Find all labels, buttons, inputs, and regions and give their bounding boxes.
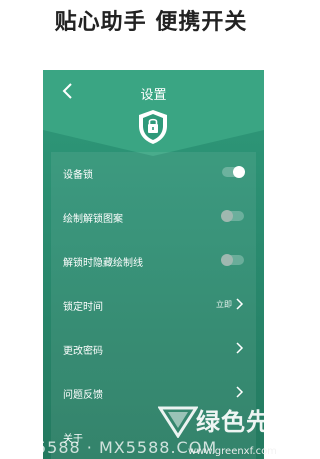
setting-label: 绘制解锁图案 [63,214,123,225]
setting-label: 设备锁 [63,170,93,181]
phone-screen: 设置 设备锁 绘制解锁图案 解锁时隐藏绘制线 锁定时间 立即 更改密码 问题反馈… [43,70,264,459]
watermark-url-left: 手游5588 · MX5588.COM [2,438,218,457]
toggle-knob [221,254,233,266]
setting-lock-time[interactable]: 锁定时间 立即 [51,284,256,324]
chevron-right-icon [234,341,244,355]
setting-draw-pattern[interactable]: 绘制解锁图案 [51,196,256,236]
promo-title: 贴心助手 便携开关 [54,10,248,35]
setting-change-password[interactable]: 更改密码 [51,328,256,368]
setting-label: 解锁时隐藏绘制线 [63,258,143,269]
setting-label: 问题反馈 [63,390,103,401]
hide-lines-toggle[interactable] [221,254,244,266]
watermark: 手游5588 · MX5588.COM www.greenxf.com [0,432,302,459]
device-lock-toggle[interactable] [222,166,245,178]
toggle-knob [221,210,233,222]
page-title: 设置 [140,88,167,103]
watermark-url-right: www.greenxf.com [188,446,277,457]
setting-label: 锁定时间 [63,302,103,313]
setting-device-lock[interactable]: 设备锁 [51,152,256,192]
toggle-knob [233,166,245,178]
setting-label: 更改密码 [63,346,103,357]
shield-lock-icon [136,108,170,146]
setting-hide-lines[interactable]: 解锁时隐藏绘制线 [51,240,256,280]
lock-time-value: 立即 [216,300,232,309]
chevron-right-icon [234,297,244,311]
draw-pattern-toggle[interactable] [221,210,244,222]
chevron-right-icon [234,385,244,399]
